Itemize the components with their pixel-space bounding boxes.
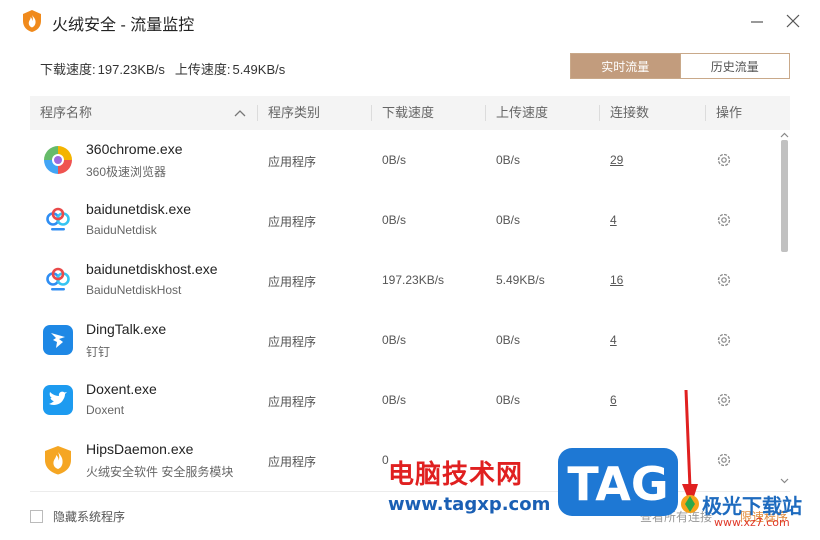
speed-summary: 下载速度: 197.23KB/s 上传速度: 5.49KB/s [40, 59, 287, 78]
download-speed-value: 197.23KB/s [97, 62, 165, 77]
scrollbar-thumb[interactable] [781, 140, 788, 252]
gear-icon[interactable] [715, 271, 733, 289]
table-row[interactable]: baidunetdisk.exe BaiduNetdisk 应用程序 0B/s … [30, 190, 775, 250]
header-program-name[interactable]: 程序名称 [30, 96, 92, 130]
minimize-button[interactable] [744, 8, 770, 34]
sort-up-icon[interactable] [234, 108, 246, 118]
upload-speed-label: 上传速度: [174, 62, 231, 77]
baidunetdisk-icon [46, 207, 70, 231]
hide-system-programs-toggle[interactable]: 隐藏系统程序 [30, 508, 125, 525]
scroll-up-arrow-icon[interactable] [780, 132, 789, 138]
dingtalk-icon [43, 325, 73, 355]
download-speed: 197.23KB/s [382, 273, 445, 287]
table-row[interactable]: Doxent.exe Doxent 应用程序 0B/s 0B/s 6 [30, 370, 775, 430]
program-category: 应用程序 [268, 155, 317, 169]
program-name: DingTalk.exe [86, 321, 167, 337]
gear-icon[interactable] [715, 331, 733, 349]
download-speed: 0B/s [382, 333, 407, 347]
gear-icon[interactable] [715, 211, 733, 229]
tag-logo-text: TAG [567, 457, 668, 511]
360chrome-icon [44, 146, 72, 174]
tag-watermark-logo: TAG [558, 448, 678, 516]
download-speed: 0B/s [382, 213, 407, 227]
download-speed: 0B/s [382, 393, 407, 407]
download-speed: 0B/s [382, 153, 407, 167]
header-download-speed[interactable]: 下载速度 [372, 96, 434, 130]
huorong-logo-icon [23, 10, 41, 32]
program-category: 应用程序 [268, 395, 317, 409]
program-description: 火绒安全软件 安全服务模块 [86, 465, 234, 479]
jiguang-watermark-text: 极光下载站 [702, 494, 802, 518]
connections-link[interactable]: 4 [610, 333, 617, 347]
table-row[interactable]: DingTalk.exe 钉钉 应用程序 0B/s 0B/s 4 [30, 310, 775, 370]
doxent-bird-icon [43, 385, 73, 415]
gear-icon[interactable] [715, 451, 733, 469]
upload-speed-value: 5.49KB/s [232, 62, 286, 77]
scroll-down-arrow-icon[interactable] [780, 478, 789, 484]
program-name: 360chrome.exe [86, 141, 183, 157]
program-name: baidunetdiskhost.exe [86, 261, 218, 277]
title-bar: 火绒安全 - 流量监控 [0, 0, 820, 42]
minimize-icon [751, 21, 763, 23]
watermark-site-url: www.tagxp.com [388, 494, 551, 515]
hide-system-label: 隐藏系统程序 [53, 510, 126, 524]
gear-icon[interactable] [715, 391, 733, 409]
connections-link[interactable]: 6 [610, 393, 617, 407]
hide-system-checkbox[interactable] [30, 510, 43, 523]
program-description: BaiduNetdisk [86, 223, 157, 237]
connections-link[interactable]: 29 [610, 153, 623, 167]
tab-history-traffic[interactable]: 历史流量 [679, 54, 789, 78]
program-category: 应用程序 [268, 455, 317, 469]
program-name: HipsDaemon.exe [86, 441, 194, 457]
connections-link[interactable]: 16 [610, 273, 623, 287]
program-category: 应用程序 [268, 335, 317, 349]
watermark-site-text: 电脑技术网 [388, 460, 524, 490]
header-actions: 操作 [716, 105, 743, 120]
table-row[interactable]: baidunetdiskhost.exe BaiduNetdiskHost 应用… [30, 250, 775, 310]
huorong-shield-icon [45, 446, 71, 475]
program-name: Doxent.exe [86, 381, 157, 397]
close-button[interactable] [780, 8, 806, 34]
connections-link[interactable]: 4 [610, 213, 617, 227]
jiguang-watermark-url: www.xz7.com [714, 516, 790, 529]
upload-speed: 0B/s [496, 213, 521, 227]
tab-realtime-traffic[interactable]: 实时流量 [571, 54, 680, 78]
program-description: Doxent [86, 403, 125, 417]
window-title: 火绒安全 - 流量监控 [52, 17, 195, 34]
program-description: 钉钉 [86, 345, 111, 359]
vertical-scrollbar[interactable] [779, 130, 790, 491]
program-description: 360极速浏览器 [86, 165, 167, 179]
traffic-tabs: 实时流量 历史流量 [570, 53, 790, 79]
upload-speed: 0B/s [496, 153, 521, 167]
program-name: baidunetdisk.exe [86, 201, 192, 217]
baidunetdisk-icon [46, 267, 70, 291]
header-program-category[interactable]: 程序类别 [258, 96, 320, 130]
upload-speed: 0B/s [496, 333, 521, 347]
header-connections[interactable]: 连接数 [600, 96, 649, 130]
program-category: 应用程序 [268, 215, 317, 229]
download-speed-label: 下载速度: [40, 62, 96, 77]
table-header: 程序名称 程序类别 下载速度 上传速度 连接数 操作 [30, 96, 790, 130]
upload-speed: 0B/s [496, 393, 521, 407]
header-upload-speed[interactable]: 上传速度 [486, 96, 548, 130]
gear-icon[interactable] [715, 151, 733, 169]
upload-speed: 5.49KB/s [496, 273, 545, 287]
program-category: 应用程序 [268, 275, 317, 289]
close-icon [786, 14, 800, 28]
program-description: BaiduNetdiskHost [86, 283, 182, 297]
table-row[interactable]: 360chrome.exe 360极速浏览器 应用程序 0B/s 0B/s 29 [30, 130, 775, 190]
